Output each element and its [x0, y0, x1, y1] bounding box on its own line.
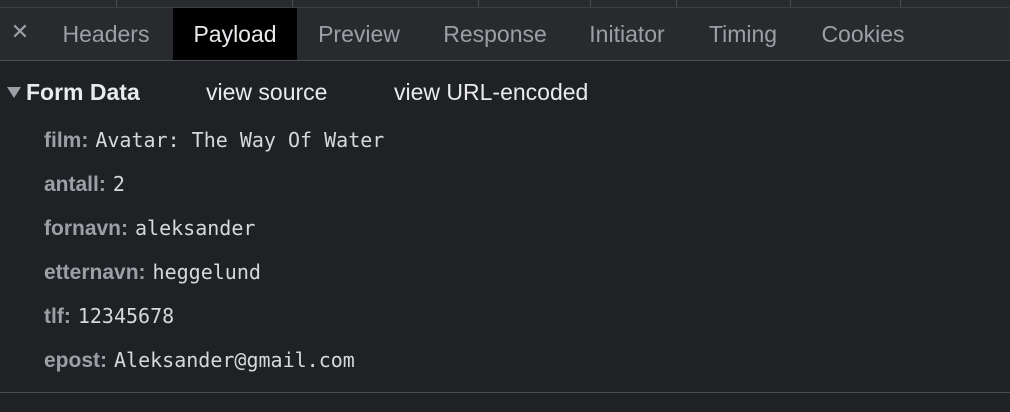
field-key: epost:: [44, 349, 107, 372]
field-key: fornavn:: [44, 217, 128, 240]
field-key: etternavn:: [44, 261, 146, 284]
form-field-row: etternavn: heggelund: [44, 260, 261, 290]
field-key: film:: [44, 129, 89, 152]
tab-preview[interactable]: Preview: [303, 8, 415, 60]
field-value: 12345678: [77, 304, 175, 328]
form-data-header[interactable]: Form Data view source view URL-encoded: [0, 76, 1010, 110]
form-field-row: fornavn: aleksander: [44, 216, 255, 246]
field-value: 2: [112, 172, 125, 196]
divider: [590, 0, 591, 7]
divider: [478, 0, 479, 7]
expand-triangle-icon[interactable]: [7, 87, 21, 98]
tab-initiator[interactable]: Initiator: [575, 8, 679, 60]
view-source-link[interactable]: view source: [206, 79, 327, 106]
field-value: heggelund: [152, 260, 261, 284]
divider: [292, 0, 293, 7]
top-resize-strip[interactable]: [0, 0, 1010, 8]
tab-timing[interactable]: Timing: [694, 8, 792, 60]
divider: [900, 0, 901, 7]
form-field-row: tlf: 12345678: [44, 304, 174, 334]
bottom-panel-area: [0, 393, 1010, 412]
close-icon[interactable]: ✕: [8, 20, 32, 44]
form-field-row: epost: Aleksander@gmail.com: [44, 348, 355, 378]
view-url-encoded-link[interactable]: view URL-encoded: [394, 79, 588, 106]
field-value: aleksander: [135, 216, 256, 240]
divider: [676, 0, 677, 7]
tab-response[interactable]: Response: [428, 8, 562, 60]
tab-payload[interactable]: Payload: [173, 8, 297, 60]
tab-headers[interactable]: Headers: [46, 8, 166, 60]
form-data-title[interactable]: Form Data: [26, 79, 140, 106]
field-value: Avatar: The Way Of Water: [95, 128, 385, 152]
form-field-row: antall: 2: [44, 172, 125, 202]
divider: [790, 0, 791, 7]
field-key: antall:: [44, 173, 106, 196]
field-value: Aleksander@gmail.com: [114, 348, 355, 372]
tab-cookies[interactable]: Cookies: [806, 8, 920, 60]
detail-tabbar: ✕ Headers Payload Preview Response Initi…: [0, 8, 1010, 61]
payload-panel: Form Data view source view URL-encoded f…: [0, 62, 1010, 393]
divider: [116, 0, 117, 7]
form-field-row: film: Avatar: The Way Of Water: [44, 128, 384, 158]
field-key: tlf:: [44, 305, 71, 328]
